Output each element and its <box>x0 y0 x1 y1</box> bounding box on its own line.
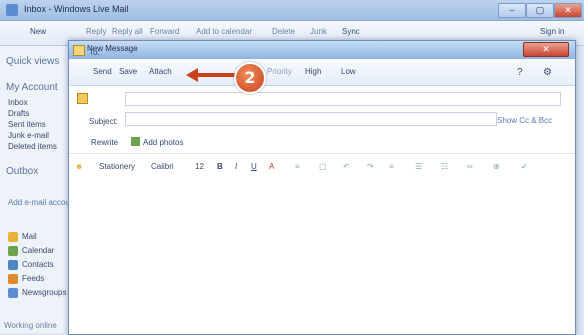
stationery-button[interactable]: Stationery <box>99 162 135 171</box>
nav-mail[interactable]: Mail <box>22 232 37 241</box>
contacts-icon <box>8 260 18 270</box>
callout-arrow-icon <box>186 68 236 82</box>
align-icon[interactable]: ≡ <box>389 162 394 171</box>
show-cc-bcc-link[interactable]: Show Cc & Bcc <box>497 116 552 125</box>
maximize-button[interactable]: ▢ <box>526 3 554 18</box>
emoticon-icon[interactable]: ☻ <box>75 162 83 171</box>
redo-icon[interactable]: ↷ <box>367 162 374 171</box>
nav-contacts[interactable]: Contacts <box>22 260 54 269</box>
mail-app-icon <box>6 4 18 16</box>
spelling-icon[interactable]: ✓ <box>521 162 528 171</box>
send-button[interactable]: Send <box>93 67 112 76</box>
insert-bar: Rewrite Add photos <box>69 131 575 154</box>
reply-button[interactable]: Reply <box>86 27 106 36</box>
bold-button[interactable]: B <box>217 162 223 171</box>
folder-junk[interactable]: Junk e-mail <box>8 131 49 140</box>
compose-titlebar: New Message ✕ <box>69 41 575 59</box>
font-color-icon[interactable]: A <box>269 162 274 171</box>
underline-button[interactable]: U <box>251 162 257 171</box>
nav-feeds[interactable]: Feeds <box>22 274 44 283</box>
delete-button[interactable]: Delete <box>272 27 295 36</box>
new-message-window: New Message ✕ Send Save Attach Priority … <box>68 40 576 335</box>
font-select[interactable]: Calibri <box>151 162 174 171</box>
list-icon[interactable]: ☰ <box>415 162 422 171</box>
newsgroups-icon <box>8 288 18 298</box>
subject-field[interactable] <box>125 112 497 126</box>
nav-calendar[interactable]: Calendar <box>22 246 54 255</box>
compose-toolbar: Send Save Attach Priority High Low ? ⚙ <box>69 59 575 86</box>
reply-all-button[interactable]: Reply all <box>112 27 143 36</box>
envelope-icon <box>73 45 85 56</box>
to-field[interactable] <box>125 92 561 106</box>
high-priority-button[interactable]: High <box>305 67 321 76</box>
minimize-button[interactable]: – <box>498 3 526 18</box>
undo-icon[interactable]: ↶ <box>343 162 350 171</box>
main-titlebar: Inbox - Windows Live Mail – ▢ ✕ <box>0 0 584 21</box>
help-icon[interactable]: ? <box>517 67 523 78</box>
folder-deleted[interactable]: Deleted items <box>8 142 57 151</box>
contacts-picker-icon[interactable] <box>77 93 88 104</box>
message-body[interactable] <box>73 181 571 331</box>
calendar-icon <box>8 246 18 256</box>
feeds-icon <box>8 274 18 284</box>
status-text: Working online <box>4 321 57 330</box>
format-bar: ☻ Stationery Calibri 12 B I U A ≡ ▢ ↶ ↷ … <box>69 159 575 175</box>
to-label: To: <box>89 48 100 57</box>
insert-icon[interactable]: ⊕ <box>493 162 500 171</box>
folder-inbox[interactable]: Inbox <box>8 98 28 107</box>
attach-button[interactable]: Attach <box>149 67 172 76</box>
low-priority-button[interactable]: Low <box>341 67 356 76</box>
compose-close-button[interactable]: ✕ <box>523 42 569 57</box>
new-button[interactable]: New <box>30 27 46 36</box>
quick-views-heading[interactable]: Quick views <box>6 56 59 67</box>
forward-button[interactable]: Forward <box>150 27 179 36</box>
italic-button[interactable]: I <box>235 162 237 171</box>
rewrite-button[interactable]: Rewrite <box>91 138 118 147</box>
mail-icon <box>8 232 18 242</box>
add-to-calendar-button[interactable]: Add to calendar <box>196 27 252 36</box>
indent-icon[interactable]: ≡ <box>295 162 300 171</box>
account-heading[interactable]: My Account <box>6 82 58 93</box>
priority-label: Priority <box>267 67 292 76</box>
bullets-icon[interactable]: ☷ <box>441 162 448 171</box>
photo-icon <box>131 137 140 146</box>
save-button[interactable]: Save <box>119 67 137 76</box>
window-title: Inbox - Windows Live Mail <box>24 4 129 14</box>
outbox-heading[interactable]: Outbox <box>6 166 38 177</box>
nav-newsgroups[interactable]: Newsgroups <box>22 288 66 297</box>
link-icon[interactable]: ∞ <box>467 162 473 171</box>
add-account-link[interactable]: Add e-mail account <box>8 198 76 207</box>
sync-button[interactable]: Sync <box>342 27 360 36</box>
highlight-icon[interactable]: ▢ <box>319 162 327 171</box>
folder-drafts[interactable]: Drafts <box>8 109 29 118</box>
folder-sent[interactable]: Sent items <box>8 120 46 129</box>
junk-button[interactable]: Junk <box>310 27 327 36</box>
settings-icon[interactable]: ⚙ <box>543 67 552 78</box>
subject-label: Subject: <box>89 117 118 126</box>
add-photos-button[interactable]: Add photos <box>143 138 183 147</box>
font-size-select[interactable]: 12 <box>195 162 204 171</box>
close-button[interactable]: ✕ <box>554 3 582 18</box>
sign-in-button[interactable]: Sign in <box>540 27 564 36</box>
step-callout: 2 <box>234 62 266 94</box>
